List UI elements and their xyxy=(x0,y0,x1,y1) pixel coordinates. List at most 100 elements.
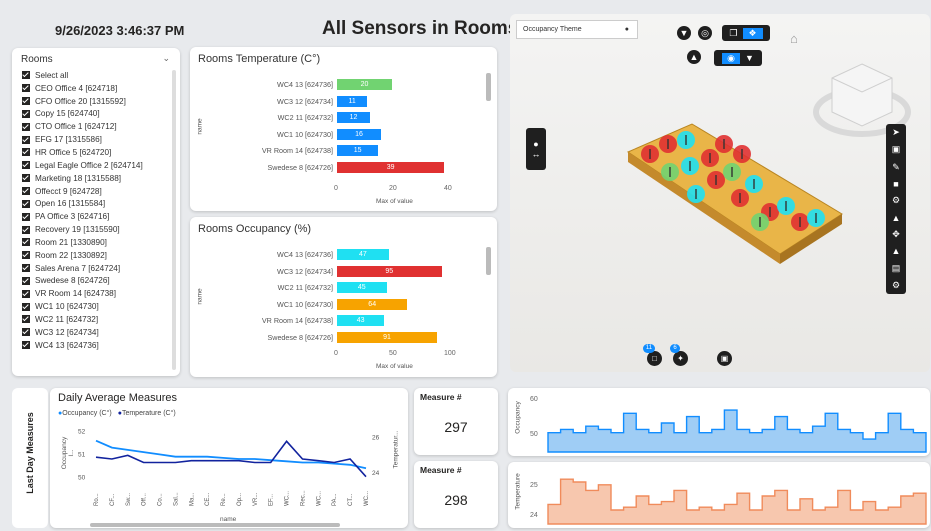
x-tick: 40 xyxy=(444,185,452,192)
view-toggle-toolbar[interactable]: ❐ ❖ xyxy=(722,25,770,41)
theme-dropdown[interactable]: Occupancy Theme ● xyxy=(516,20,638,39)
slicer-item[interactable]: Sales Arena 7 [624724] xyxy=(22,262,172,275)
checkbox-icon[interactable] xyxy=(22,187,30,196)
checkbox-icon[interactable] xyxy=(22,225,30,234)
chart-scrollbar[interactable] xyxy=(486,247,491,275)
checkbox-icon[interactable] xyxy=(22,328,30,337)
slicer-item-label: WC2 11 [624732] xyxy=(35,314,99,324)
slicer-item[interactable]: CFO Office 20 [1315592] xyxy=(22,95,172,108)
home-icon[interactable]: ⌂ xyxy=(790,31,798,46)
slicer-item[interactable]: Open 16 [1315584] xyxy=(22,197,172,210)
slicer-item[interactable]: Recovery 19 [1315590] xyxy=(22,223,172,236)
x-tick: 100 xyxy=(444,350,456,357)
settings-small-icon[interactable]: ⚙ xyxy=(892,195,900,206)
measure-icon[interactable]: ↔ xyxy=(532,149,541,159)
checkbox-icon[interactable] xyxy=(22,251,30,260)
slicer-item[interactable]: Room 22 [1330892] xyxy=(22,249,172,262)
x-tick: Sw... xyxy=(126,493,132,506)
zoom-toolbar[interactable]: ● ↔ xyxy=(526,128,546,170)
slicer-item-label: Sales Arena 7 [624724] xyxy=(35,263,121,273)
checkbox-icon[interactable] xyxy=(22,315,30,324)
slicer-title: Rooms xyxy=(21,54,53,65)
slicer-item[interactable]: WC2 11 [624732] xyxy=(22,313,172,326)
category-label: WC2 11 [624732] xyxy=(277,113,333,122)
category-label: Swedese 8 [624726] xyxy=(267,162,333,172)
checkbox-icon[interactable] xyxy=(22,174,30,183)
up-arrow-icon[interactable]: ▲ xyxy=(687,50,701,64)
shapes-icon[interactable]: □ xyxy=(647,351,662,366)
dot-icon[interactable]: ● xyxy=(533,139,538,149)
slicer-item[interactable]: Copy 15 [624740] xyxy=(22,108,172,121)
target-icon[interactable]: ◎ xyxy=(698,26,712,40)
x-tick: CT... xyxy=(348,493,354,506)
slicer-item[interactable]: WC1 10 [624730] xyxy=(22,300,172,313)
3d-building-viewer[interactable]: Occupancy Theme ● ▼ ◎ ❐ ❖ ⌂ ▲ ◉ ▼ ● ↔ ➤ ▣ … xyxy=(510,14,930,372)
slicer-item[interactable]: Legal Eagle Office 2 [624714] xyxy=(22,159,172,172)
measure-value: 297 xyxy=(444,419,468,435)
slicer-item[interactable]: Marketing 18 [1315588] xyxy=(22,172,172,185)
select-filter-toolbar[interactable]: ◉ ▼ xyxy=(714,50,762,66)
walk-icon[interactable]: ➤ xyxy=(892,127,900,138)
slicer-item[interactable]: Swedese 8 [624726] xyxy=(22,275,172,288)
slicer-item[interactable]: EFG 17 [1315586] xyxy=(22,133,172,146)
model-icon[interactable]: ▲ xyxy=(892,213,901,223)
slicer-scrollbar[interactable] xyxy=(172,70,176,370)
chart-scrollbar[interactable] xyxy=(90,523,340,527)
checkbox-icon[interactable] xyxy=(22,276,30,285)
copy-icon[interactable]: ❐ xyxy=(729,28,737,39)
checkbox-icon[interactable] xyxy=(22,212,30,221)
checkbox-icon[interactable] xyxy=(22,71,30,80)
checkbox-icon[interactable] xyxy=(22,199,30,208)
layers-icon[interactable]: ❖ xyxy=(742,27,763,39)
slicer-item[interactable]: WC3 12 [624734] xyxy=(22,326,172,339)
left-tick: 52 xyxy=(78,428,86,435)
checkbox-icon[interactable] xyxy=(22,122,30,131)
chart-scrollbar[interactable] xyxy=(486,73,491,101)
move-icon[interactable]: ✥ xyxy=(892,229,900,240)
checkbox-icon[interactable] xyxy=(22,264,30,273)
checkbox-icon[interactable] xyxy=(22,97,30,106)
pencil-icon[interactable]: ✎ xyxy=(892,162,900,173)
gear-icon[interactable]: ⚙ xyxy=(892,280,900,291)
checkbox-icon[interactable] xyxy=(22,341,30,350)
x-tick: PA... xyxy=(332,493,338,506)
slicer-item[interactable]: CTO Office 1 [624712] xyxy=(22,120,172,133)
chevron-down-icon[interactable]: ⌄ xyxy=(162,53,170,64)
checkbox-icon[interactable] xyxy=(22,109,30,118)
slicer-item[interactable]: Room 21 [1330890] xyxy=(22,236,172,249)
x-tick: CE... xyxy=(205,492,211,506)
area-series[interactable] xyxy=(547,478,927,525)
slicer-item[interactable]: Select all xyxy=(22,69,172,82)
slicer-item[interactable]: VR Room 14 [624738] xyxy=(22,287,172,300)
camera-icon[interactable]: ▣ xyxy=(892,144,901,155)
section-icon[interactable]: ■ xyxy=(893,179,898,189)
series-line[interactable] xyxy=(95,439,367,470)
building-model[interactable] xyxy=(620,114,850,264)
x-tick: Co... xyxy=(158,493,164,506)
right-toolbar[interactable]: ➤ ▣ ✎ ■ ⚙ ▲ ✥ ▲ ▤ ⚙ xyxy=(886,124,906,294)
checkbox-icon[interactable] xyxy=(22,302,30,311)
slicer-item-label: WC3 12 [624734] xyxy=(35,327,99,337)
select-icon[interactable]: ◉ xyxy=(722,52,740,64)
checkbox-icon[interactable] xyxy=(22,84,30,93)
y-tick: 60 xyxy=(530,396,538,403)
slicer-item[interactable]: HR Office 5 [624720] xyxy=(22,146,172,159)
checkbox-icon[interactable] xyxy=(22,135,30,144)
tree-icon[interactable]: ▲ xyxy=(892,246,901,256)
area-series[interactable] xyxy=(547,409,927,453)
compass-icon[interactable]: ▼ xyxy=(677,26,691,40)
slicer-item[interactable]: CEO Office 4 [624718] xyxy=(22,82,172,95)
checkbox-icon[interactable] xyxy=(22,148,30,157)
checkbox-icon[interactable] xyxy=(22,161,30,170)
checkbox-icon[interactable] xyxy=(22,238,30,247)
save-icon[interactable]: ▣ xyxy=(717,351,732,366)
slicer-item[interactable]: Offecct 9 [624728] xyxy=(22,185,172,198)
sensors-icon[interactable]: ✦ xyxy=(673,351,688,366)
slicer-item-label: PA Office 3 [624716] xyxy=(35,212,110,222)
slicer-item[interactable]: WC4 13 [624736] xyxy=(22,339,172,352)
filter-icon[interactable]: ▼ xyxy=(745,53,754,63)
checkbox-icon[interactable] xyxy=(22,289,30,298)
properties-icon[interactable]: ▤ xyxy=(892,263,901,274)
slicer-item[interactable]: PA Office 3 [624716] xyxy=(22,210,172,223)
slicer-item-label: Copy 15 [624740] xyxy=(35,109,100,119)
